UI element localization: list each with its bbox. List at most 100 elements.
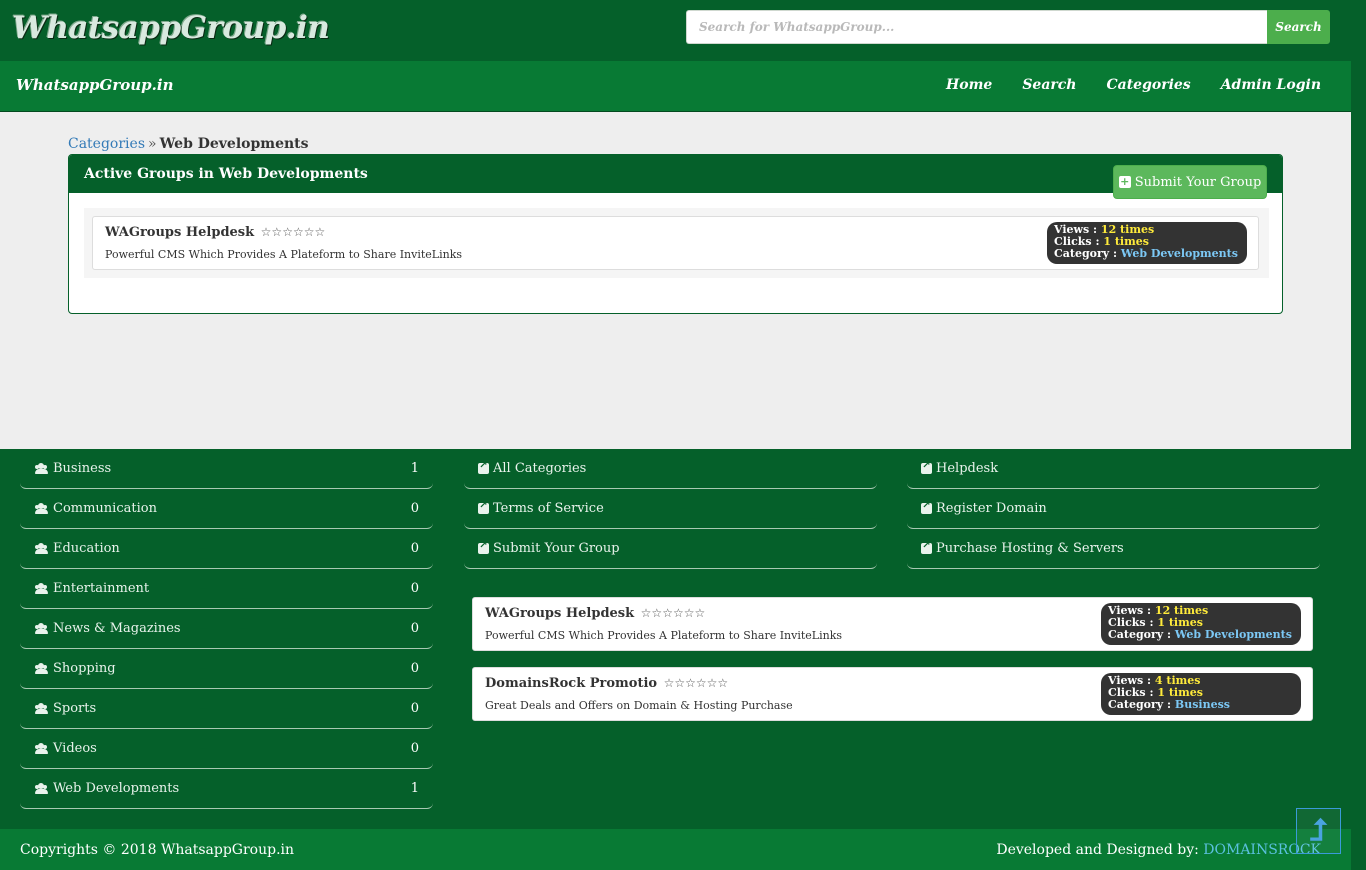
category-label: Communication <box>53 501 157 516</box>
external-link-icon <box>921 460 932 474</box>
footer-link-submit-group[interactable]: Submit Your Group <box>464 529 877 569</box>
footer-category-communication[interactable]: Communication 0 <box>20 489 433 529</box>
panel-header: Active Groups in Web Developments <box>69 155 1282 193</box>
footer-category-web-developments[interactable]: Web Developments 1 <box>20 769 433 809</box>
external-link-icon <box>921 500 932 514</box>
group-name[interactable]: WAGroups Helpdesk ☆☆☆☆☆☆ <box>105 225 325 240</box>
link-label: Terms of Service <box>493 501 604 516</box>
group-description: Great Deals and Offers on Domain & Hosti… <box>485 699 793 712</box>
footer-category-entertainment[interactable]: Entertainment 0 <box>20 569 433 609</box>
category-count: 1 <box>410 461 419 476</box>
plus-square-icon: + <box>1118 175 1131 188</box>
footer-link-hosting[interactable]: Purchase Hosting & Servers <box>907 529 1320 569</box>
category-label: Category : <box>1108 628 1172 641</box>
featured-group-card[interactable]: DomainsRock Promotio ☆☆☆☆☆☆ Great Deals … <box>472 667 1313 721</box>
category-count: 0 <box>410 701 419 716</box>
rating-stars-icon: ☆☆☆☆☆☆ <box>663 676 729 690</box>
group-card[interactable]: WAGroups Helpdesk ☆☆☆☆☆☆ Powerful CMS Wh… <box>92 216 1259 270</box>
footer-link-helpdesk[interactable]: Helpdesk <box>907 449 1320 489</box>
nav-home[interactable]: Home <box>946 77 992 93</box>
group-name[interactable]: DomainsRock Promotio ☆☆☆☆☆☆ <box>485 676 728 691</box>
nav-search[interactable]: Search <box>1022 77 1076 93</box>
scroll-to-top-button[interactable]: ⮥ <box>1296 808 1341 854</box>
category-count: 0 <box>410 581 419 596</box>
nav-links: Home Search Categories Admin Login <box>946 77 1321 93</box>
category-count: 0 <box>410 541 419 556</box>
group-description: Powerful CMS Which Provides A Plateform … <box>485 629 843 642</box>
group-description: Powerful CMS Which Provides A Plateform … <box>105 248 463 261</box>
scrollbar[interactable] <box>1351 0 1366 870</box>
link-label: Submit Your Group <box>493 541 620 556</box>
category-count: 0 <box>410 741 419 756</box>
search-button[interactable]: Search <box>1267 10 1330 44</box>
submit-group-button[interactable]: + Submit Your Group <box>1113 165 1267 199</box>
footer-category-business[interactable]: Business 1 <box>20 449 433 489</box>
link-label: Helpdesk <box>936 461 999 476</box>
panel-title: Active Groups in Web Developments <box>84 166 368 182</box>
users-icon <box>34 503 49 514</box>
arrow-up-icon: ⮥ <box>1309 813 1328 848</box>
group-stats: Views : 4 times Clicks : 1 times Categor… <box>1101 673 1301 715</box>
users-icon <box>34 703 49 714</box>
footer-category-education[interactable]: Education 0 <box>20 529 433 569</box>
rating-stars-icon: ☆☆☆☆☆☆ <box>260 225 326 239</box>
footer-link-register-domain[interactable]: Register Domain <box>907 489 1320 529</box>
footer-category-shopping[interactable]: Shopping 0 <box>20 649 433 689</box>
users-icon <box>34 463 49 474</box>
category-link[interactable]: Web Developments <box>1175 628 1292 641</box>
category-label: News & Magazines <box>53 621 181 636</box>
site-logo[interactable]: WhatsappGroup.in <box>12 10 330 46</box>
footer-category-sports[interactable]: Sports 0 <box>20 689 433 729</box>
footer-category-news[interactable]: News & Magazines 0 <box>20 609 433 649</box>
users-icon <box>34 783 49 794</box>
category-label: Entertainment <box>53 581 150 596</box>
external-link-icon <box>478 540 489 554</box>
category-count: 0 <box>410 661 419 676</box>
category-count: 0 <box>410 501 419 516</box>
nav-admin-login[interactable]: Admin Login <box>1221 77 1321 93</box>
category-label: Category : <box>1108 698 1172 711</box>
active-groups-panel: Active Groups in Web Developments + Subm… <box>68 154 1283 314</box>
copyright-text: Copyrights © 2018 WhatsappGroup.in <box>20 842 295 858</box>
submit-group-label: Submit Your Group <box>1134 174 1262 190</box>
developer-credit: Developed and Designed by: DOMAINSROCK <box>996 842 1321 858</box>
link-label: Register Domain <box>936 501 1047 516</box>
featured-group-card[interactable]: WAGroups Helpdesk ☆☆☆☆☆☆ Powerful CMS Wh… <box>472 597 1313 651</box>
link-label: Purchase Hosting & Servers <box>936 541 1124 556</box>
developer-prefix: Developed and Designed by: <box>996 842 1199 858</box>
users-icon <box>34 663 49 674</box>
external-link-icon <box>478 500 489 514</box>
group-stats: Views : 12 times Clicks : 1 times Catego… <box>1047 222 1247 264</box>
search-input[interactable] <box>686 10 1267 44</box>
footer-link-all-categories[interactable]: All Categories <box>464 449 877 489</box>
nav-categories[interactable]: Categories <box>1106 77 1190 93</box>
external-link-icon <box>478 460 489 474</box>
footer-category-videos[interactable]: Videos 0 <box>20 729 433 769</box>
users-icon <box>34 583 49 594</box>
category-count: 1 <box>410 781 419 796</box>
breadcrumb-separator: » <box>148 136 157 152</box>
group-name[interactable]: WAGroups Helpdesk ☆☆☆☆☆☆ <box>485 606 705 621</box>
users-icon <box>34 623 49 634</box>
main-navbar: WhatsappGroup.in Home Search Categories … <box>0 61 1351 112</box>
category-label: Category : <box>1054 247 1118 260</box>
breadcrumb: Categories» Web Developments <box>68 136 309 152</box>
users-icon <box>34 543 49 554</box>
breadcrumb-categories-link[interactable]: Categories <box>68 136 145 152</box>
category-label: Sports <box>53 701 97 716</box>
category-label: Education <box>53 541 120 556</box>
category-label: Videos <box>53 741 97 756</box>
footer-link-terms[interactable]: Terms of Service <box>464 489 877 529</box>
group-name-text: WAGroups Helpdesk <box>105 225 255 240</box>
top-header: WhatsappGroup.in Search <box>0 0 1351 61</box>
panel-body: WAGroups Helpdesk ☆☆☆☆☆☆ Powerful CMS Wh… <box>84 208 1269 278</box>
group-name-text: DomainsRock Promotio <box>485 676 658 691</box>
category-link[interactable]: Web Developments <box>1121 247 1238 260</box>
breadcrumb-current: Web Developments <box>159 136 309 152</box>
external-link-icon <box>921 540 932 554</box>
category-label: Shopping <box>53 661 116 676</box>
navbar-brand[interactable]: WhatsappGroup.in <box>16 76 173 94</box>
category-link[interactable]: Business <box>1175 698 1230 711</box>
group-name-text: WAGroups Helpdesk <box>485 606 635 621</box>
copyright-bar: Copyrights © 2018 WhatsappGroup.in Devel… <box>0 829 1351 870</box>
